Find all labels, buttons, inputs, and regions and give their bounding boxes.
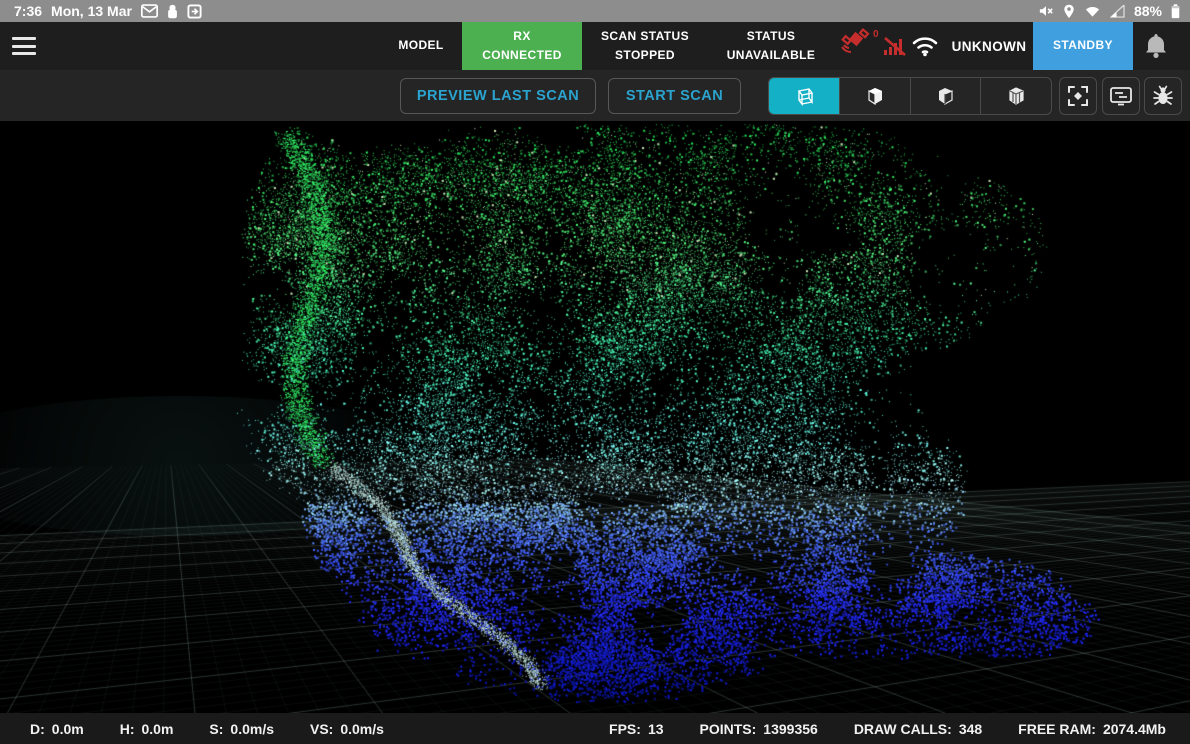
app-root: 7:36 Mon, 13 Mar: [0, 0, 1190, 744]
free-ram-readout: FREE RAM:2074.4Mb: [1018, 721, 1166, 737]
scan-status-value: STOPPED: [615, 46, 675, 65]
scan-toolbar: PREVIEW LAST SCAN START SCAN: [0, 70, 1190, 121]
connection-state-label: UNKNOWN: [946, 22, 1032, 70]
battery-percent: 88%: [1134, 3, 1162, 19]
wifi-icon: [1084, 5, 1101, 18]
center-view-icon[interactable]: [1059, 77, 1097, 115]
location-icon: [1063, 4, 1075, 19]
model-label: MODEL: [373, 22, 469, 70]
gmail-icon: [141, 4, 158, 18]
battery-icon: [1171, 4, 1180, 19]
scan-status-label: SCAN STATUS: [601, 27, 689, 46]
volume-muted-icon: [1038, 4, 1054, 18]
menu-icon[interactable]: [12, 35, 36, 57]
telemetry-group: D:0.0m H:0.0m S:0.0m/s VS:0.0m/s: [30, 721, 384, 737]
hovermap-wifi-icon: [910, 34, 940, 63]
pointcloud-canvas[interactable]: [0, 121, 1190, 713]
draw-calls-readout: DRAW CALLS:348: [854, 721, 982, 737]
cube-wireframe-icon[interactable]: [769, 78, 840, 114]
lock-icon: [167, 4, 178, 19]
clock: 7:36: [14, 3, 42, 19]
rx-status-label: RX: [513, 27, 530, 46]
preview-last-scan-button[interactable]: PREVIEW LAST SCAN: [400, 78, 596, 114]
render-mode-group: [768, 77, 1052, 115]
screenshot-icon: [187, 4, 202, 19]
debug-bug-icon[interactable]: [1144, 77, 1182, 115]
fps-readout: FPS:13: [609, 721, 663, 737]
device-status-value: UNAVAILABLE: [727, 46, 816, 65]
points-readout: POINTS:1399356: [700, 721, 818, 737]
vertical-speed-readout: VS:0.0m/s: [310, 721, 384, 737]
pointcloud-viewport[interactable]: [0, 121, 1190, 713]
height-readout: H:0.0m: [120, 721, 174, 737]
gps-satellite-count: 0: [873, 29, 879, 40]
render-stats-group: FPS:13 POINTS:1399356 DRAW CALLS:348 FRE…: [609, 721, 1166, 737]
cellular-signal-icon: [1110, 5, 1125, 18]
telemetry-status-bar: D:0.0m H:0.0m S:0.0m/s VS:0.0m/s FPS:13 …: [0, 713, 1190, 744]
gps-satellite-icon: [840, 47, 870, 64]
rx-status-value: CONNECTED: [482, 46, 562, 65]
device-status-label: STATUS: [747, 27, 796, 46]
app-header-bar: MODEL RX CONNECTED SCAN STATUS STOPPED S…: [0, 22, 1190, 70]
cube-textured-icon[interactable]: [981, 78, 1051, 114]
cube-shaded-icon[interactable]: [911, 78, 982, 114]
rx-status-chip[interactable]: RX CONNECTED: [462, 22, 582, 70]
notifications-bell-icon[interactable]: [1143, 32, 1173, 62]
date: Mon, 13 Mar: [51, 3, 132, 19]
standby-mode-button[interactable]: STANDBY: [1033, 22, 1133, 70]
scan-status-block: SCAN STATUS STOPPED: [585, 22, 705, 70]
console-icon[interactable]: [1102, 77, 1140, 115]
distance-readout: D:0.0m: [30, 721, 84, 737]
cube-solid-icon[interactable]: [840, 78, 911, 114]
speed-readout: S:0.0m/s: [209, 721, 274, 737]
android-status-bar: 7:36 Mon, 13 Mar: [0, 0, 1190, 22]
start-scan-button[interactable]: START SCAN: [608, 78, 741, 114]
device-status-block: STATUS UNAVAILABLE: [708, 22, 834, 70]
gps-alert-group: 0: [840, 28, 916, 64]
no-signal-icon: [882, 34, 908, 63]
